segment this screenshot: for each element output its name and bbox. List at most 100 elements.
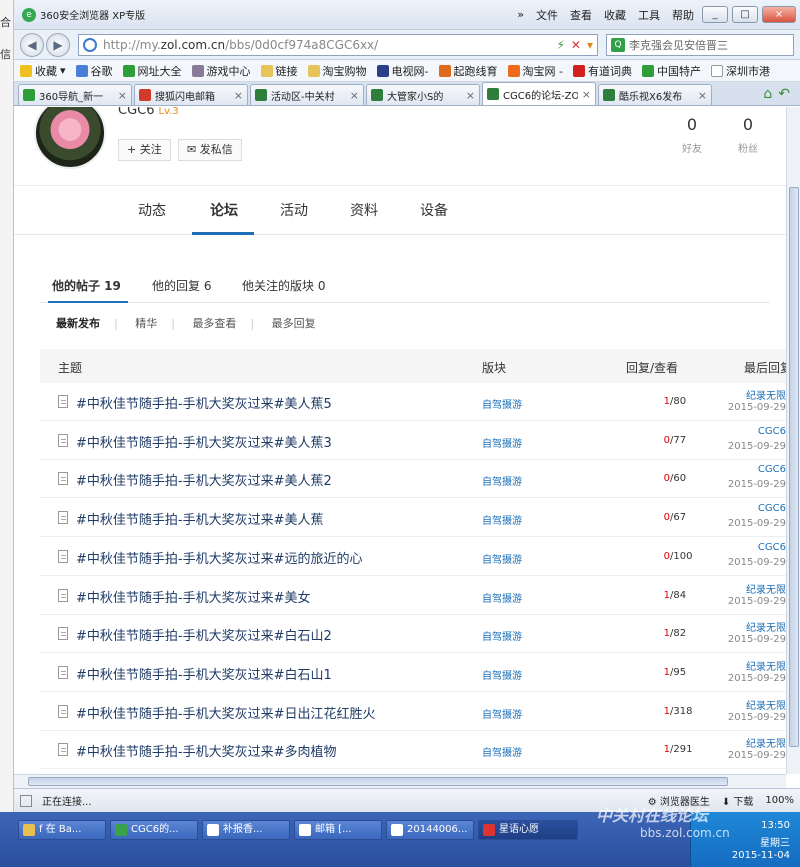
post-title-link[interactable]: #中秋佳节随手拍-手机大奖灰过来#美人蕉2 <box>76 470 332 489</box>
subtab-followed-boards[interactable]: 他关注的版块 0 <box>242 277 325 294</box>
last-reply-user[interactable]: 纪录无限 <box>746 658 786 673</box>
bookmark-games[interactable]: 游戏中心 <box>191 63 251 79</box>
last-reply-user[interactable]: 纪录无限 <box>746 387 786 402</box>
filter-digest[interactable]: 精华 <box>135 317 157 330</box>
filter-latest[interactable]: 最新发布 <box>56 317 100 330</box>
undo-icon[interactable]: ↶ <box>778 86 790 102</box>
bookmark-taobao[interactable]: 淘宝网 - <box>507 63 563 79</box>
bookmark-qpx[interactable]: 起跑线育 <box>438 63 498 79</box>
home-icon[interactable]: ⌂ <box>763 86 772 102</box>
follow-button[interactable]: + 关注 <box>118 139 171 161</box>
nav-profile-info[interactable]: 资料 <box>350 200 378 220</box>
vertical-scrollbar[interactable] <box>786 107 800 774</box>
last-reply-user[interactable]: 纪录无限 <box>746 735 786 750</box>
bookmark-links[interactable]: 链接 <box>260 63 298 79</box>
last-reply-user[interactable]: CGC6 <box>758 503 786 514</box>
table-row[interactable]: #中秋佳节随手拍-手机大奖灰过来#多肉植物 自驾摄游 1/291 纪录无限 2015-0… <box>40 731 786 770</box>
clock-time[interactable]: 13:50 <box>761 820 790 831</box>
last-reply-user[interactable]: CGC6 <box>758 542 786 553</box>
bookmark-tv[interactable]: 电视网- <box>376 63 429 79</box>
table-row[interactable]: #中秋佳节随手拍-手机大奖灰过来#美人蕉5 自驾摄游 1/80 纪录无限 2015-09… <box>40 383 786 421</box>
forward-button[interactable]: ▶ <box>46 32 70 57</box>
post-title-link[interactable]: #中秋佳节随手拍-手机大奖灰过来#白石山2 <box>76 625 332 644</box>
back-button[interactable]: ◀ <box>20 32 44 57</box>
task-item-5[interactable]: 20144006... <box>386 820 474 840</box>
menu-view[interactable]: 查看 <box>566 7 596 23</box>
post-board-link[interactable]: 自驾摄游 <box>482 473 522 488</box>
last-reply-user[interactable]: CGC6 <box>758 464 786 475</box>
subtab-replies[interactable]: 他的回复 6 <box>152 277 211 294</box>
menu-favorites[interactable]: 收藏 <box>600 7 630 23</box>
tab-close-icon[interactable]: × <box>350 89 359 102</box>
menu-help[interactable]: 帮助 <box>668 7 698 23</box>
bookmark-youdao[interactable]: 有道词典 <box>572 63 632 79</box>
task-item-4[interactable]: 邮箱 [... <box>294 820 382 840</box>
task-item-6[interactable]: 星语心愿 <box>478 820 578 840</box>
post-title-link[interactable]: #中秋佳节随手拍-手机大奖灰过来#多肉植物 <box>76 741 336 760</box>
close-button[interactable]: × <box>762 6 796 23</box>
bookmark-shenzhen[interactable]: 深圳市港 <box>710 63 770 79</box>
filter-most-viewed[interactable]: 最多查看 <box>192 317 236 330</box>
tab-close-icon[interactable]: × <box>234 89 243 102</box>
last-reply-user[interactable]: 纪录无限 <box>746 697 786 712</box>
bookmark-google[interactable]: 谷歌 <box>75 63 113 79</box>
tab-360-nav[interactable]: 360导航_新一 × <box>18 84 132 105</box>
search-input[interactable]: Q 李克强会见安倍晋三 <box>606 33 794 56</box>
tab-butler[interactable]: 大管家小S的 × <box>366 84 480 105</box>
last-reply-user[interactable]: 纪录无限 <box>746 581 786 596</box>
post-title-link[interactable]: #中秋佳节随手拍-手机大奖灰过来#白石山1 <box>76 664 332 683</box>
post-board-link[interactable]: 自驾摄游 <box>482 551 522 566</box>
nav-devices[interactable]: 设备 <box>420 200 448 220</box>
vertical-scroll-thumb[interactable] <box>789 187 799 747</box>
post-title-link[interactable]: #中秋佳节随手拍-手机大奖灰过来#美人蕉 <box>76 509 323 528</box>
send-message-button[interactable]: ✉ 发私信 <box>178 139 242 161</box>
post-board-link[interactable]: 自驾摄游 <box>482 435 522 450</box>
table-row[interactable]: #中秋佳节随手拍-手机大奖灰过来#日出江花红胜火 自驾摄游 1/318 纪录无限 201… <box>40 693 786 731</box>
bookmark-favorites[interactable]: 收藏 ▾ <box>20 63 66 79</box>
last-reply-user[interactable]: 纪录无限 <box>746 619 786 634</box>
dropdown-icon[interactable]: ▾ <box>587 38 593 52</box>
friends-stat[interactable]: 0 好友 <box>672 115 712 155</box>
table-row[interactable]: #中秋佳节随手拍-手机大奖灰过来#白石山1 自驾摄游 1/95 纪录无限 2015-09… <box>40 654 786 692</box>
menu-chevron-icon[interactable]: » <box>513 8 528 21</box>
tab-close-icon[interactable]: × <box>466 89 475 102</box>
post-title-link[interactable]: #中秋佳节随手拍-手机大奖灰过来#美人蕉3 <box>76 432 332 451</box>
table-row[interactable]: #中秋佳节随手拍-手机大奖灰过来#白石山2 自驾摄游 1/82 纪录无限 2015-09… <box>40 615 786 654</box>
table-row[interactable]: #中秋佳节随手拍-手机大奖灰过来#美女 自驾摄游 1/84 纪录无限 2015-09-2… <box>40 577 786 615</box>
tab-activity[interactable]: 活动区-中关村 × <box>250 84 364 105</box>
tab-close-icon[interactable]: × <box>118 89 127 102</box>
post-title-link[interactable]: #中秋佳节随手拍-手机大奖灰过来#远的旅近的心 <box>76 548 362 567</box>
bookmark-taobao-shop[interactable]: 淘宝购物 <box>307 63 367 79</box>
tab-cgc6-forum[interactable]: CGC6的论坛-ZO × <box>482 82 596 105</box>
table-row[interactable]: #中秋佳节随手拍-手机大奖灰过来#美人蕉2 自驾摄游 0/60 CGC6 2015-09… <box>40 460 786 499</box>
tab-close-icon[interactable]: × <box>582 88 591 101</box>
subtab-posts[interactable]: 他的帖子 19 <box>52 277 121 294</box>
post-board-link[interactable]: 自驾摄游 <box>482 396 522 411</box>
task-item-3[interactable]: 补报香... <box>202 820 290 840</box>
post-board-link[interactable]: 自驾摄游 <box>482 628 522 643</box>
post-title-link[interactable]: #中秋佳节随手拍-手机大奖灰过来#日出江花红胜火 <box>76 703 375 722</box>
last-reply-user[interactable]: CGC6 <box>758 426 786 437</box>
fans-stat[interactable]: 0 粉丝 <box>728 115 768 155</box>
post-board-link[interactable]: 自驾摄游 <box>482 590 522 605</box>
tab-close-icon[interactable]: × <box>698 89 707 102</box>
task-item-2[interactable]: CGC6的... <box>110 820 198 840</box>
post-board-link[interactable]: 自驾摄游 <box>482 706 522 721</box>
maximize-button[interactable]: □ <box>732 6 758 23</box>
zoom-level[interactable]: 100% <box>765 795 794 806</box>
lightning-icon[interactable]: ⚡ <box>556 38 564 52</box>
post-board-link[interactable]: 自驾摄游 <box>482 744 522 759</box>
post-board-link[interactable]: 自驾摄游 <box>482 512 522 527</box>
title-bar[interactable]: e 360安全浏览器 XP专版 » 文件 查看 收藏 工具 帮助 _ □ × <box>14 0 800 30</box>
horizontal-scroll-thumb[interactable] <box>28 777 728 786</box>
nav-forum[interactable]: 论坛 <box>210 200 238 220</box>
avatar[interactable] <box>34 107 106 169</box>
minimize-button[interactable]: _ <box>702 6 728 23</box>
menu-file[interactable]: 文件 <box>532 7 562 23</box>
bookmark-specialty[interactable]: 中国特产 <box>641 63 701 79</box>
nav-feed[interactable]: 动态 <box>138 200 166 220</box>
filter-most-replied[interactable]: 最多回复 <box>272 317 316 330</box>
download-button[interactable]: ⬇ 下载 <box>722 793 754 808</box>
post-title-link[interactable]: #中秋佳节随手拍-手机大奖灰过来#美人蕉5 <box>76 393 332 412</box>
bookmark-hao[interactable]: 网址大全 <box>122 63 182 79</box>
